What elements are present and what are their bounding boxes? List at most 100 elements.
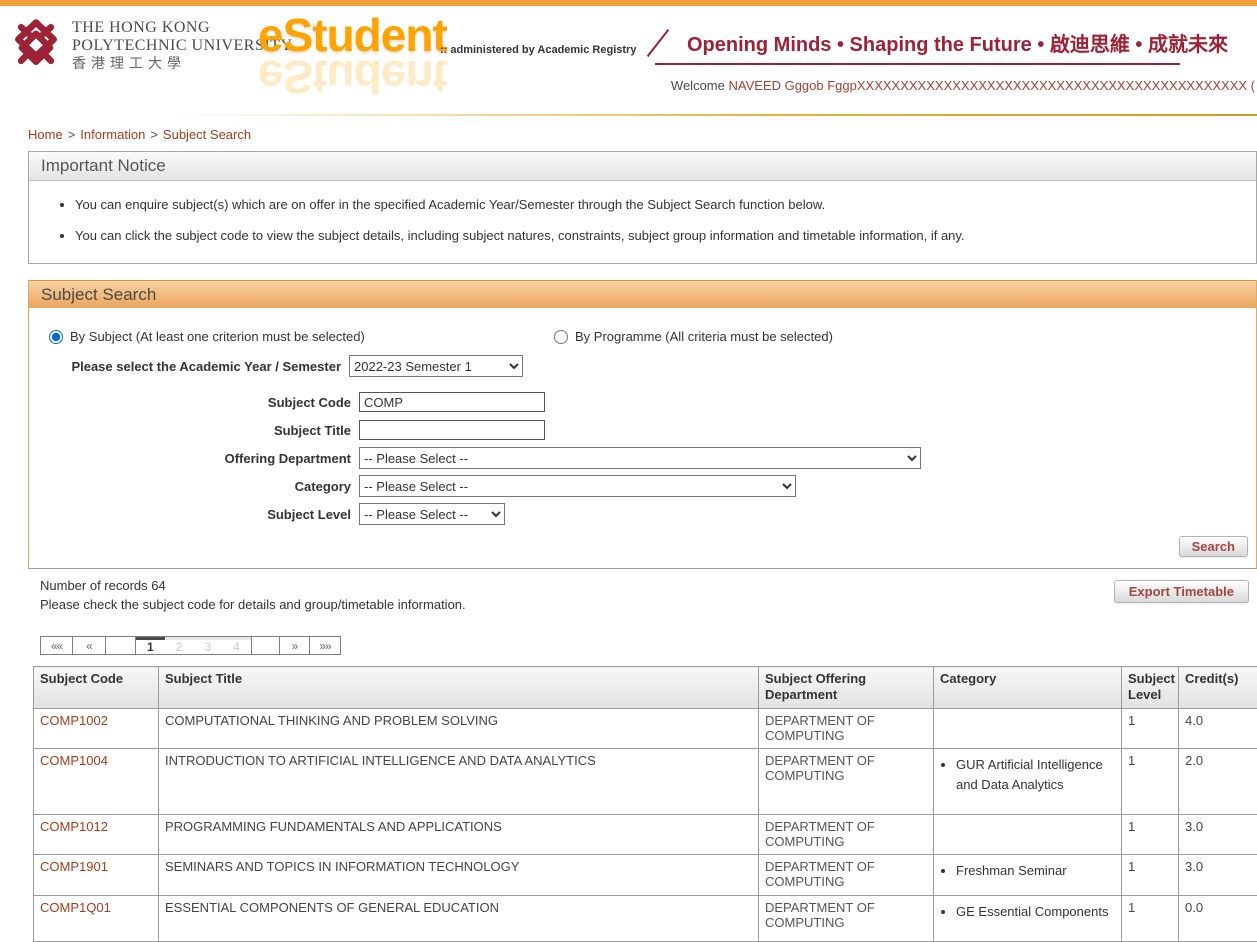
category-select[interactable]: -- Please Select --	[359, 475, 796, 497]
radio-by-programme[interactable]: By Programme (All criteria must be selec…	[554, 329, 833, 344]
level-cell: 1	[1122, 854, 1179, 895]
subject-code-link[interactable]: COMP1004	[40, 753, 108, 768]
radio-by-subject-input[interactable]	[49, 330, 63, 344]
tagline-underline	[655, 63, 1180, 65]
records-hint-text: Please check the subject code for detail…	[40, 597, 466, 612]
table-row: COMP1004 INTRODUCTION TO ARTIFICIAL INTE…	[34, 748, 1257, 814]
credits-cell: 2.0	[1179, 748, 1257, 814]
offering-department-label: Offering Department	[29, 451, 359, 466]
category-item: Freshman Seminar	[956, 861, 1115, 881]
level-cell: 1	[1122, 748, 1179, 814]
category-cell: GUR Artificial Intelligence and Data Ana…	[934, 748, 1122, 814]
department-cell: DEPARTMENT OF COMPUTING	[759, 708, 934, 748]
polyu-logo-icon	[8, 16, 64, 72]
export-timetable-button[interactable]: Export Timetable	[1114, 580, 1249, 603]
admin-note: :: administered by Academic Registry	[440, 44, 636, 56]
credits-cell: 3.0	[1179, 814, 1257, 854]
breadcrumb-home-link[interactable]: Home	[28, 127, 63, 142]
subject-title-label: Subject Title	[29, 423, 359, 438]
level-cell: 1	[1122, 895, 1179, 941]
tagline-text: Opening Minds • Shaping the Future • 啟迪思…	[687, 28, 1180, 57]
subject-title-cell: PROGRAMMING FUNDAMENTALS AND APPLICATION…	[159, 814, 759, 854]
page: THE HONG KONG POLYTECHNIC UNIVERSITY 香港理…	[0, 0, 1257, 942]
category-cell: Freshman Seminar	[934, 854, 1122, 895]
col-header-category: Category	[934, 667, 1122, 709]
important-notice-panel: Important Notice You can enquire subject…	[28, 151, 1257, 264]
radio-by-subject-label: By Subject (At least one criterion must …	[70, 329, 365, 344]
semester-label: Please select the Academic Year / Semest…	[29, 359, 349, 374]
pagination-page-2[interactable]: 2	[165, 637, 194, 654]
department-cell: DEPARTMENT OF COMPUTING	[759, 814, 934, 854]
subject-code-input[interactable]	[359, 392, 545, 412]
table-row: COMP1Q01 ESSENTIAL COMPONENTS OF GENERAL…	[34, 895, 1257, 941]
table-row: COMP1901 SEMINARS AND TOPICS IN INFORMAT…	[34, 854, 1257, 895]
subject-results-table: Subject Code Subject Title Subject Offer…	[33, 666, 1257, 942]
pagination-spacer	[252, 636, 280, 655]
radio-by-programme-input[interactable]	[554, 330, 568, 344]
category-cell: GE Essential Components	[934, 895, 1122, 941]
subject-title-cell: COMPUTATIONAL THINKING AND PROBLEM SOLVI…	[159, 708, 759, 748]
semester-select[interactable]: 2022-23 Semester 1	[349, 355, 523, 377]
breadcrumb-subject-search-link[interactable]: Subject Search	[163, 127, 251, 142]
col-header-subject-code: Subject Code	[34, 667, 159, 709]
pagination-spacer	[106, 636, 136, 655]
notice-bullet: You can click the subject code to view t…	[75, 228, 1256, 243]
welcome-prefix: Welcome	[671, 78, 729, 93]
department-cell: DEPARTMENT OF COMPUTING	[759, 748, 934, 814]
semester-row: Please select the Academic Year / Semest…	[29, 354, 523, 378]
table-row: COMP1012 PROGRAMMING FUNDAMENTALS AND AP…	[34, 814, 1257, 854]
pagination-last-button[interactable]: »»	[310, 636, 341, 655]
offering-department-select[interactable]: -- Please Select --	[359, 447, 921, 469]
search-mode-radio-row: By Subject (At least one criterion must …	[49, 329, 1229, 347]
pagination-page-3[interactable]: 3	[194, 637, 223, 654]
pagination-bar: «« « 1 2 3 4 » »»	[40, 636, 341, 655]
subject-level-label: Subject Level	[29, 507, 359, 522]
radio-by-subject[interactable]: By Subject (At least one criterion must …	[49, 329, 365, 344]
subject-code-link[interactable]: COMP1012	[40, 819, 108, 834]
breadcrumb-separator: >	[63, 127, 81, 142]
credits-cell: 3.0	[1179, 854, 1257, 895]
search-button[interactable]: Search	[1179, 536, 1248, 557]
subject-title-input[interactable]	[359, 420, 545, 440]
category-item: GE Essential Components	[956, 902, 1115, 922]
category-label: Category	[29, 479, 359, 494]
category-cell	[934, 708, 1122, 748]
pagination-next-button[interactable]: »	[280, 636, 310, 655]
category-cell	[934, 814, 1122, 854]
gold-divider-line	[170, 114, 1257, 116]
subject-code-link[interactable]: COMP1Q01	[40, 900, 111, 915]
subject-title-row: Subject Title	[29, 418, 545, 442]
credits-cell: 0.0	[1179, 895, 1257, 941]
records-count-text: Number of records 64	[40, 578, 166, 593]
notice-bullet: You can enquire subject(s) which are on …	[75, 197, 1256, 212]
subject-title-cell: ESSENTIAL COMPONENTS OF GENERAL EDUCATIO…	[159, 895, 759, 941]
table-header-row: Subject Code Subject Title Subject Offer…	[34, 667, 1257, 709]
site-header: THE HONG KONG POLYTECHNIC UNIVERSITY 香港理…	[0, 6, 1257, 104]
col-header-offering-department: Subject Offering Department	[759, 667, 934, 709]
pagination-page-1[interactable]: 1	[136, 637, 165, 654]
notice-bullet-list: You can enquire subject(s) which are on …	[75, 197, 1256, 243]
subject-level-select[interactable]: -- Please Select --	[359, 503, 505, 525]
subject-title-cell: INTRODUCTION TO ARTIFICIAL INTELLIGENCE …	[159, 748, 759, 814]
subject-level-row: Subject Level -- Please Select --	[29, 502, 505, 526]
pagination-page-4[interactable]: 4	[222, 637, 251, 654]
important-notice-title: Important Notice	[29, 152, 1256, 181]
pagination-first-button[interactable]: ««	[40, 636, 73, 655]
department-cell: DEPARTMENT OF COMPUTING	[759, 854, 934, 895]
offering-department-row: Offering Department -- Please Select --	[29, 446, 921, 470]
subject-code-link[interactable]: COMP1901	[40, 859, 108, 874]
breadcrumb-separator: >	[145, 127, 163, 142]
department-cell: DEPARTMENT OF COMPUTING	[759, 895, 934, 941]
radio-by-programme-label: By Programme (All criteria must be selec…	[575, 329, 833, 344]
subject-code-link[interactable]: COMP1002	[40, 713, 108, 728]
subject-search-title: Subject Search	[29, 280, 1256, 308]
breadcrumb-information-link[interactable]: Information	[80, 127, 145, 142]
welcome-username: NAVEED Gggob FggpXXXXXXXXXXXXXXXXXXXXXXX…	[728, 78, 1255, 93]
estudent-wordmark: eStudent	[258, 8, 447, 62]
pagination-prev-button[interactable]: «	[73, 636, 106, 655]
subject-title-cell: SEMINARS AND TOPICS IN INFORMATION TECHN…	[159, 854, 759, 895]
breadcrumb: Home>Information>Subject Search	[28, 127, 251, 142]
pagination-pages: 1 2 3 4	[136, 636, 252, 655]
col-header-subject-title: Subject Title	[159, 667, 759, 709]
level-cell: 1	[1122, 814, 1179, 854]
